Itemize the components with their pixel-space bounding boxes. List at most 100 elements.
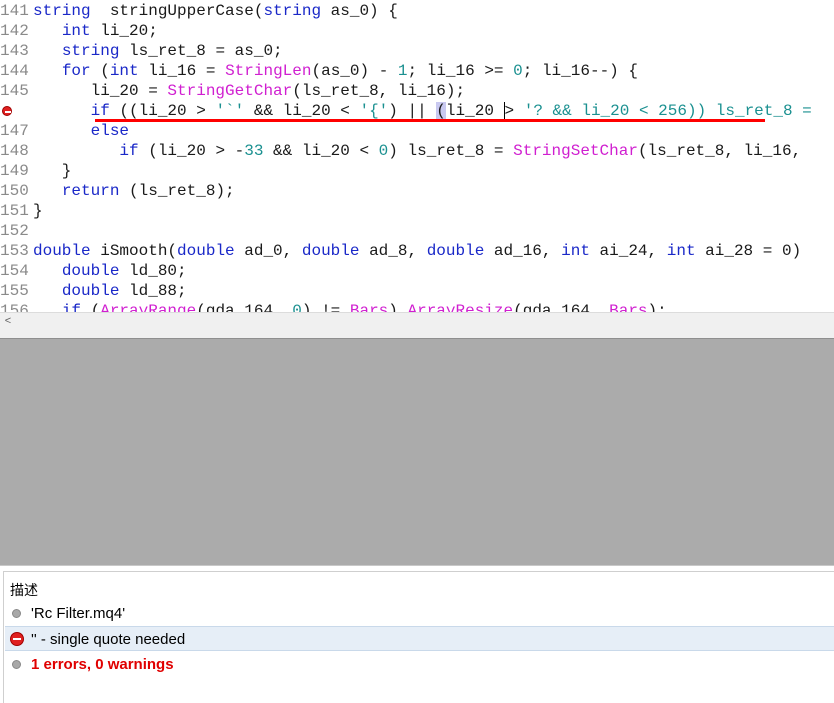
code-line[interactable]: 145 li_20 = StringGetChar(ls_ret_8, li_1…: [0, 81, 834, 101]
scroll-left-arrow-icon[interactable]: <: [1, 314, 15, 328]
line-number: 156: [0, 302, 29, 312]
code-line[interactable]: 147 else: [0, 121, 834, 141]
code-text: double ld_88;: [33, 281, 187, 301]
code-token: double: [177, 242, 235, 260]
row-text: 'Rc Filter.mq4': [31, 605, 126, 622]
code-token: '`': [215, 102, 245, 120]
code-token: );: [647, 302, 667, 312]
code-token: (: [81, 302, 101, 312]
code-token: ld_80;: [119, 262, 187, 280]
code-token: '? && li_20 < 256)) ls_ret_8 =: [523, 102, 812, 120]
code-token: ) ||: [388, 102, 437, 120]
code-token: ArrayRange: [100, 302, 197, 312]
code-text: if (ArrayRange(gda_164, 0) != Bars) Arra…: [33, 301, 667, 312]
code-token: ) ls_ret_8 =: [388, 142, 514, 160]
line-number: 145: [0, 82, 29, 100]
code-token: li_20;: [90, 22, 158, 40]
code-token: int: [109, 62, 139, 80]
error-marker-icon: [2, 106, 12, 116]
code-token: (gda_164,: [196, 302, 293, 312]
code-line[interactable]: 151}: [0, 201, 834, 221]
error-row-summary[interactable]: 1 errors, 0 warnings: [5, 652, 834, 677]
code-token: ls_ret_8 = as_0;: [119, 42, 283, 60]
code-line[interactable]: 153 double iSmooth(double ad_0, double ad…: [0, 241, 834, 261]
line-number: 143: [0, 42, 29, 60]
error-row-file[interactable]: 'Rc Filter.mq4': [5, 601, 834, 626]
code-token: if: [119, 142, 139, 160]
code-line[interactable]: 143 string ls_ret_8 = as_0;: [0, 41, 834, 61]
code-token: 0: [378, 142, 389, 160]
code-token: return: [61, 182, 120, 200]
code-token: Bars: [349, 302, 389, 312]
line-number: 150: [0, 182, 29, 200]
code-text: string stringUpperCase(string as_0) {: [33, 1, 398, 21]
horizontal-scrollbar[interactable]: <: [0, 312, 834, 329]
code-token: ad_16,: [484, 242, 562, 260]
panel-separator[interactable]: [0, 329, 834, 338]
code-token: for: [61, 62, 91, 80]
code-token: StringSetChar: [513, 142, 638, 160]
code-token: >: [503, 102, 515, 120]
code-token: ad_8,: [359, 242, 427, 260]
code-editor[interactable]: 141 string stringUpperCase(string as_0) {…: [0, 0, 834, 312]
error-row-message[interactable]: '' - single quote needed: [5, 626, 834, 651]
code-token: 0: [513, 62, 523, 80]
code-token: ; li_16 >=: [407, 62, 514, 80]
code-token: string: [61, 42, 120, 60]
code-token: double: [33, 242, 91, 260]
code-text: for (int li_16 = StringLen(as_0) - 1; li…: [33, 61, 638, 81]
code-line[interactable]: 142 int li_20;: [0, 21, 834, 41]
code-token: (as_0) -: [311, 62, 398, 80]
code-line[interactable]: 149 }: [0, 161, 834, 181]
errors-list: 描述 'Rc Filter.mq4' '' - single quote nee…: [3, 571, 834, 703]
code-token: else: [90, 122, 130, 140]
code-line[interactable]: 146 if ((li_20 > '`' && li_20 < '{') || …: [0, 101, 834, 121]
code-text: if ((li_20 > '`' && li_20 < '{') || (li_…: [33, 101, 812, 121]
code-token: ): [388, 302, 408, 312]
code-text: if (li_20 > -33 && li_20 < 0) ls_ret_8 =…: [33, 141, 801, 161]
code-token: 1: [397, 62, 408, 80]
code-token: li_20 =: [33, 82, 168, 100]
code-text: else: [33, 121, 129, 141]
code-token: (ls_ret_8, li_16,: [637, 142, 802, 160]
code-text: li_20 = StringGetChar(ls_ret_8, li_16);: [33, 81, 465, 101]
errors-panel: 描述 'Rc Filter.mq4' '' - single quote nee…: [0, 565, 834, 703]
code-text: int li_20;: [33, 21, 158, 41]
code-token: }: [33, 162, 72, 180]
code-token: && li_20 <: [244, 102, 360, 120]
code-token: int: [61, 22, 91, 40]
code-token: ad_0,: [234, 242, 302, 260]
code-line[interactable]: 144 for (int li_16 = StringLen(as_0) - 1…: [0, 61, 834, 81]
code-line[interactable]: 148 if (li_20 > -33 && li_20 < 0) ls_ret…: [0, 141, 834, 161]
line-number: 154: [0, 262, 29, 280]
code-token: (ls_ret_8, li_16);: [292, 82, 466, 100]
code-token: Bars: [609, 302, 648, 312]
code-token: ) !=: [301, 302, 350, 312]
code-token: string: [263, 2, 322, 20]
code-token: (: [90, 62, 110, 80]
line-number: 151: [0, 202, 29, 220]
line-number: 149: [0, 162, 29, 180]
code-line[interactable]: 141 string stringUpperCase(string as_0) {: [0, 1, 834, 21]
code-line[interactable]: 150 return (ls_ret_8);: [0, 181, 834, 201]
code-line[interactable]: 154 double ld_80;: [0, 261, 834, 281]
code-line[interactable]: 152: [0, 221, 834, 241]
code-text: string ls_ret_8 = as_0;: [33, 41, 283, 61]
code-token: double: [61, 282, 120, 300]
error-underline: [95, 119, 765, 122]
code-line[interactable]: 155 double ld_88;: [0, 281, 834, 301]
code-token: int: [561, 242, 590, 260]
line-number: 148: [0, 142, 29, 160]
code-line[interactable]: 156 if (ArrayRange(gda_164, 0) != Bars) …: [0, 301, 834, 312]
line-number: 144: [0, 62, 29, 80]
empty-gray-area: [0, 338, 834, 565]
code-token: as_0) {: [321, 2, 398, 20]
code-token: ((li_20 >: [109, 102, 216, 120]
code-token: (: [436, 102, 446, 120]
